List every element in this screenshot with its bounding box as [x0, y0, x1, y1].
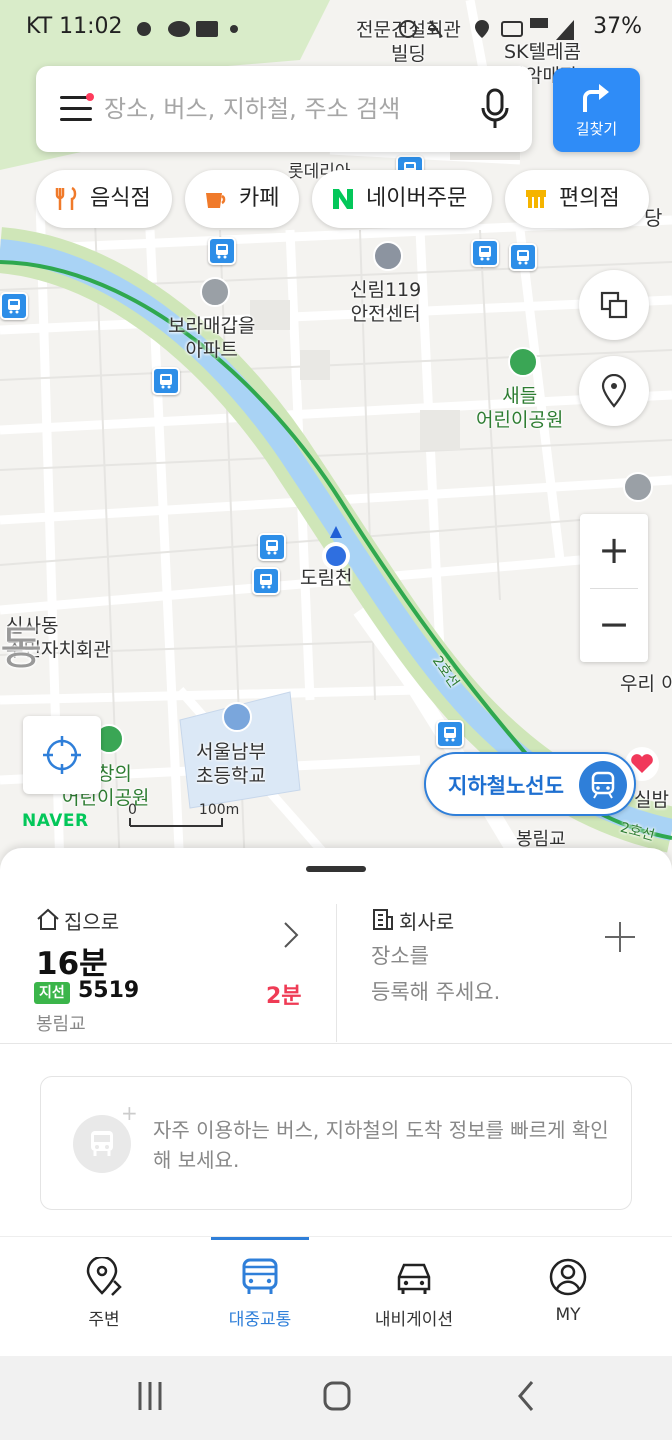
- tab-my[interactable]: MY: [484, 1237, 652, 1357]
- bus-stop-icon[interactable]: [252, 567, 280, 595]
- tab-transit[interactable]: 대중교통: [176, 1237, 344, 1357]
- public-office-icon[interactable]: [623, 472, 653, 502]
- bus-stop-icon[interactable]: [208, 237, 236, 265]
- office-building-icon: [373, 909, 393, 930]
- status-notification-icons: [137, 21, 238, 37]
- add-icon[interactable]: [603, 920, 637, 954]
- bus-route-number: 5519: [78, 978, 140, 1003]
- status-bar: KT 11:02 37%: [0, 0, 672, 58]
- chip-label: 네이버주문: [366, 186, 468, 211]
- map-scale: 0 100m: [128, 802, 240, 818]
- favorite-arrivals-card[interactable]: + 자주 이용하는 버스, 지하철의 도착 정보를 빠르게 확인해 보세요.: [40, 1076, 632, 1210]
- chip-cafe[interactable]: 카페: [185, 170, 299, 228]
- commute-work-card[interactable]: 회사로 장소를 등록해 주세요.: [337, 898, 672, 1044]
- park-icon[interactable]: [508, 347, 538, 377]
- layers-icon: [600, 291, 628, 319]
- sheet-drag-handle[interactable]: [306, 866, 366, 872]
- directions-button[interactable]: 길찾기: [553, 68, 640, 152]
- home-travel-time: 16분: [36, 946, 108, 982]
- menu-notification-dot: [86, 93, 94, 101]
- map-label-sillim119[interactable]: 신림119 안전센터: [350, 278, 421, 326]
- chip-convenience-store[interactable]: 편의점: [505, 170, 649, 228]
- saved-places-button[interactable]: [579, 356, 649, 426]
- work-register-prompt: 장소를 등록해 주세요.: [371, 944, 501, 1004]
- chip-restaurant[interactable]: 음식점: [36, 170, 172, 228]
- battery-percent: 37%: [593, 14, 642, 39]
- nearby-pin-icon: [86, 1257, 122, 1296]
- turn-right-arrow-icon: [583, 84, 609, 112]
- home-icon: [37, 908, 59, 930]
- map-label-saedeul-park[interactable]: 새들 어린이공원: [476, 384, 563, 432]
- bus-arrival-eta: 2분: [266, 984, 302, 1009]
- car-icon: [397, 1263, 431, 1294]
- route-type-badge: 지선: [34, 982, 70, 1004]
- map-label-right-edge-1: 우리 이: [620, 673, 672, 695]
- status-system-icons: [399, 18, 574, 40]
- profile-icon: [549, 1258, 587, 1296]
- subway-map-label: 지하철노선도: [448, 774, 564, 798]
- tab-label: 주변: [88, 1310, 120, 1330]
- bottom-sheet: 집으로 16분 지선 5519 2분 봉림교 회사로 장소를 등록해 주세요.: [0, 848, 672, 1240]
- crosshair-icon: [43, 736, 81, 774]
- home-icon[interactable]: [322, 1376, 352, 1416]
- tab-label: 대중교통: [228, 1310, 292, 1330]
- bus-stop-icon[interactable]: [436, 720, 464, 748]
- zoom-out-button[interactable]: −: [580, 588, 648, 662]
- naver-n-icon: [333, 189, 353, 209]
- bus-icon: [242, 1258, 278, 1294]
- back-icon[interactable]: [514, 1376, 538, 1416]
- favorite-hint-text: 자주 이용하는 버스, 지하철의 도착 정보를 빠르게 확인해 보세요.: [153, 1118, 609, 1172]
- zoom-controls: + −: [580, 514, 648, 662]
- map-label-dong: 동: [0, 621, 43, 675]
- tab-label: MY: [555, 1305, 581, 1325]
- location-pin-icon: [601, 374, 627, 408]
- bus-stop-icon[interactable]: [509, 243, 537, 271]
- tab-label: 내비게이션: [374, 1310, 454, 1330]
- coffee-cup-icon: [206, 193, 226, 208]
- commute-home-card[interactable]: 집으로 16분 지선 5519 2분 봉림교: [0, 898, 336, 1044]
- subway-map-button[interactable]: 지하철노선도: [424, 752, 636, 816]
- map-layers-button[interactable]: [579, 270, 649, 340]
- bus-stop-icon[interactable]: [0, 292, 28, 320]
- bus-stop-name: 봉림교: [36, 1014, 86, 1035]
- bottom-tab-bar: 주변 대중교통 내비게이션 MY: [0, 1236, 672, 1356]
- home-card-title: 집으로: [64, 910, 120, 934]
- map-label-right-edge-2: 실밤: [634, 789, 669, 811]
- bus-stop-icon[interactable]: [471, 239, 499, 267]
- naver-logo: NAVER: [22, 811, 89, 831]
- subway-train-icon: [579, 761, 627, 809]
- map-label-borame-apartment[interactable]: 보라매갑을 아파트: [168, 314, 255, 362]
- chevron-right-icon[interactable]: [282, 920, 300, 950]
- chip-label: 음식점: [90, 186, 151, 211]
- bus-stop-icon[interactable]: [152, 367, 180, 395]
- carrier-time: KT 11:02: [26, 14, 123, 39]
- bus-stop-icon[interactable]: [258, 533, 286, 561]
- system-navigation-bar: [0, 1356, 672, 1440]
- chip-label: 편의점: [559, 186, 620, 211]
- map-label-seoul-nambu-school[interactable]: 서울남부 초등학교: [196, 740, 266, 788]
- tab-nearby[interactable]: 주변: [20, 1237, 188, 1357]
- search-input[interactable]: [104, 88, 464, 130]
- chip-naver-order[interactable]: 네이버주문: [312, 170, 492, 228]
- apartment-icon[interactable]: [200, 277, 230, 307]
- current-location-icon: [322, 526, 350, 570]
- zoom-in-button[interactable]: +: [580, 514, 648, 588]
- add-bus-favorite-icon: +: [73, 1101, 138, 1173]
- my-location-button[interactable]: [23, 716, 101, 794]
- tab-navigation[interactable]: 내비게이션: [330, 1237, 498, 1357]
- work-card-title: 회사로: [399, 910, 455, 934]
- chip-label: 카페: [239, 186, 280, 211]
- microphone-icon[interactable]: [480, 88, 510, 130]
- search-bar[interactable]: [36, 66, 532, 152]
- store-icon: [526, 190, 546, 208]
- fire-station-icon[interactable]: [373, 241, 403, 271]
- fork-knife-icon: [55, 186, 77, 210]
- school-icon[interactable]: [222, 702, 252, 732]
- recent-apps-icon[interactable]: [136, 1376, 164, 1416]
- directions-label: 길찾기: [575, 120, 618, 138]
